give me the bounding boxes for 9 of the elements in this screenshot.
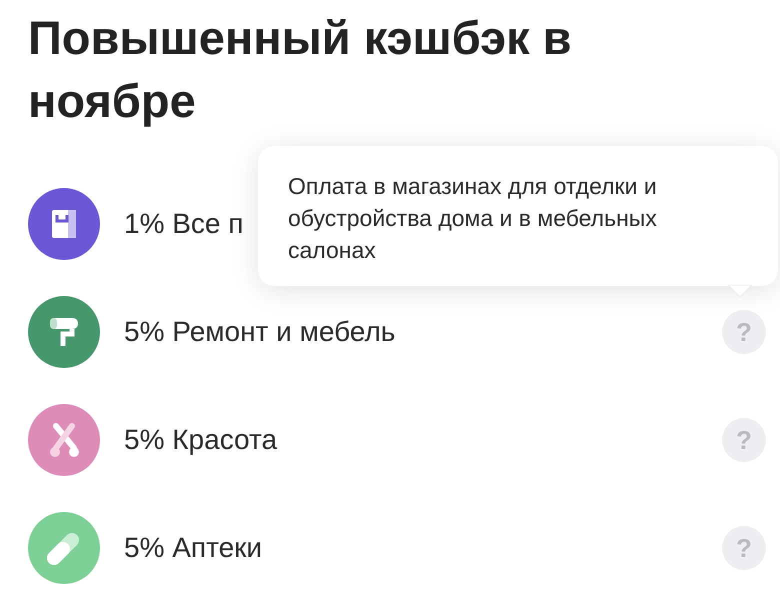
category-label: 1% Все п [124, 208, 244, 240]
page-title: Повышенный кэшбэк в ноябре [28, 10, 573, 129]
help-button[interactable]: ? [722, 418, 766, 462]
category-label: 5% Ремонт и мебель [124, 316, 396, 348]
category-label: 5% Красота [124, 424, 278, 456]
tooltip-text: Оплата в магазинах для отделки и обустройства дома и в мебельных салонах [288, 172, 658, 265]
category-label: 5% Аптеки [124, 532, 262, 564]
help-button[interactable]: ? [722, 526, 766, 570]
help-button[interactable]: ? [722, 310, 766, 354]
